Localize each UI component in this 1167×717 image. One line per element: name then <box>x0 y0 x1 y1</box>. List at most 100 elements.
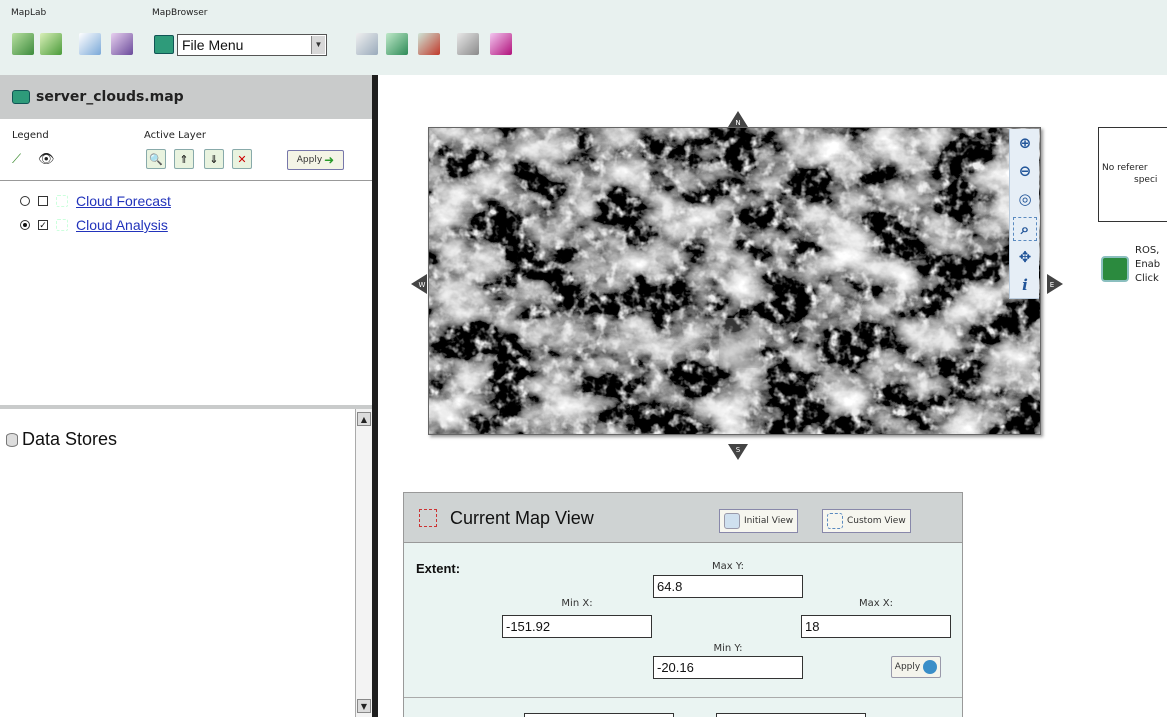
map-file-icon <box>12 90 30 104</box>
zoom-box-icon[interactable]: ⌕ <box>1013 217 1037 241</box>
map-canvas[interactable] <box>428 127 1041 435</box>
table-icon[interactable] <box>356 33 378 55</box>
cloud-map-image <box>429 128 1040 434</box>
legend-apply-button[interactable]: Apply ➜ <box>287 150 344 170</box>
svg-text:W: W <box>419 281 426 289</box>
file-menu-value: File Menu <box>182 36 244 53</box>
map-file-header: server_clouds.map <box>0 75 372 119</box>
layer-row: Cloud Forecast <box>20 192 171 210</box>
current-view-divider <box>404 697 962 698</box>
reference-map: No referer speci <box>1098 127 1167 222</box>
layer-link[interactable]: Cloud Analysis <box>76 217 168 233</box>
layer-visibility-checkbox[interactable]: ✓ <box>38 220 48 230</box>
initial-view-button[interactable]: Initial View <box>719 509 799 533</box>
ros-title: ROS, <box>1135 245 1160 256</box>
min-y-field[interactable]: -20.16 <box>653 656 803 679</box>
layer-visibility-checkbox[interactable] <box>38 196 48 206</box>
current-map-view-panel: Current Map View Initial View Custom Vie… <box>403 492 963 717</box>
min-x-field[interactable]: -151.92 <box>502 615 652 638</box>
layer-down-icon[interactable]: ⇓ <box>204 149 224 169</box>
max-y-label: Max Y: <box>711 561 744 572</box>
custom-view-icon <box>827 513 843 529</box>
pan-west-arrow[interactable]: W <box>410 273 428 295</box>
mapbrowser-group-label: MapBrowser <box>152 8 208 18</box>
map-file-title: server_clouds.map <box>36 89 184 105</box>
legend-label: Legend <box>12 130 49 141</box>
active-layer-radio[interactable] <box>20 196 30 206</box>
map-file-icon <box>154 35 174 54</box>
extent-apply-label: Apply <box>894 662 921 672</box>
ros-status: Enab <box>1135 259 1161 270</box>
layer-type-icon <box>56 219 68 231</box>
min-y-label: Min Y: <box>713 643 743 654</box>
info-icon[interactable]: i <box>1013 273 1037 297</box>
map-panel: server_clouds.map Legend Active Layer ⟋ … <box>0 75 375 717</box>
ros-icon[interactable] <box>1101 256 1129 282</box>
data-stores-scrollbar[interactable]: ▲ ▼ <box>355 409 372 717</box>
svg-text:N: N <box>735 119 740 127</box>
globe-icon <box>724 513 740 529</box>
reference-message-line1: No referer <box>1102 163 1148 173</box>
map-tools: ⊕ ⊖ ◎ ⌕ ✥ i <box>1009 129 1039 299</box>
zoom-out-icon[interactable]: ⊖ <box>1013 159 1037 183</box>
pan-south-arrow[interactable]: S <box>727 443 749 461</box>
layer-zoom-icon[interactable]: 🔍 <box>146 149 166 169</box>
file-menu-dropdown[interactable]: File Menu ▼ <box>154 33 334 56</box>
max-x-field[interactable]: 18 <box>801 615 951 638</box>
reference-message-line2: speci <box>1134 175 1158 185</box>
legend-divider <box>0 180 372 181</box>
zoom-extent-icon[interactable]: ◎ <box>1013 187 1037 211</box>
map-window-icon[interactable] <box>386 33 408 55</box>
pan-icon[interactable]: ✥ <box>1013 245 1037 269</box>
settings-icon[interactable] <box>111 33 133 55</box>
search-map-icon[interactable] <box>79 33 101 55</box>
arrow-right-icon: ➜ <box>324 153 335 167</box>
top-toolbar: MapLab MapBrowser File Menu ▼ <box>0 0 1167 75</box>
eye-icon[interactable]: 👁 <box>38 152 55 167</box>
custom-view-button[interactable]: Custom View <box>822 509 911 533</box>
file-menu-select[interactable]: File Menu ▼ <box>177 33 327 56</box>
checklist-icon[interactable] <box>40 33 62 55</box>
pan-north-arrow[interactable]: N <box>727 110 749 128</box>
svg-text:E: E <box>1050 281 1054 289</box>
eraser-icon[interactable] <box>490 33 512 55</box>
ros-click-hint: Click <box>1135 273 1159 284</box>
layer-type-icon <box>56 195 68 207</box>
active-layer-radio[interactable] <box>20 220 30 230</box>
svg-text:S: S <box>736 446 741 454</box>
layer-up-icon[interactable]: ⇑ <box>174 149 194 169</box>
current-map-view-title: Current Map View <box>450 508 594 528</box>
partial-field[interactable] <box>716 713 866 717</box>
grid-icon <box>419 509 437 527</box>
partial-field[interactable] <box>524 713 674 717</box>
zoom-in-icon[interactable]: ⊕ <box>1013 131 1037 155</box>
data-stores-header: Data Stores <box>6 429 117 450</box>
layer-delete-icon[interactable]: ✕ <box>232 149 252 169</box>
pan-east-arrow[interactable]: E <box>1046 273 1064 295</box>
map-edit-icon[interactable] <box>12 33 34 55</box>
layer-link[interactable]: Cloud Forecast <box>76 193 171 209</box>
legend-tool-icon[interactable]: ⟋ <box>12 152 21 167</box>
apply-label: Apply <box>296 155 323 165</box>
data-stores-title: Data Stores <box>22 429 118 449</box>
image-icon[interactable] <box>418 33 440 55</box>
scroll-down-icon[interactable]: ▼ <box>357 699 371 713</box>
database-icon <box>6 432 18 447</box>
custom-view-label: Custom View <box>847 516 906 526</box>
layer-row: ✓ Cloud Analysis <box>20 216 168 234</box>
initial-view-label: Initial View <box>744 516 794 526</box>
scroll-up-icon[interactable]: ▲ <box>357 412 371 426</box>
current-map-view-header: Current Map View Initial View Custom Vie… <box>404 493 962 543</box>
extent-apply-button[interactable]: Apply <box>891 656 941 678</box>
max-y-field[interactable]: 64.8 <box>653 575 803 598</box>
database-icon[interactable] <box>457 33 479 55</box>
data-stores-panel: Data Stores <box>0 409 355 717</box>
refresh-icon <box>923 660 938 674</box>
panel-divider[interactable] <box>372 75 378 717</box>
maplab-app: MapLab MapBrowser File Menu ▼ server_clo… <box>0 0 1167 717</box>
chevron-down-icon[interactable]: ▼ <box>311 35 325 54</box>
min-x-label: Min X: <box>561 598 593 609</box>
maplab-group-label: MapLab <box>11 8 47 18</box>
active-layer-label: Active Layer <box>144 130 206 141</box>
extent-label: Extent: <box>416 561 461 576</box>
